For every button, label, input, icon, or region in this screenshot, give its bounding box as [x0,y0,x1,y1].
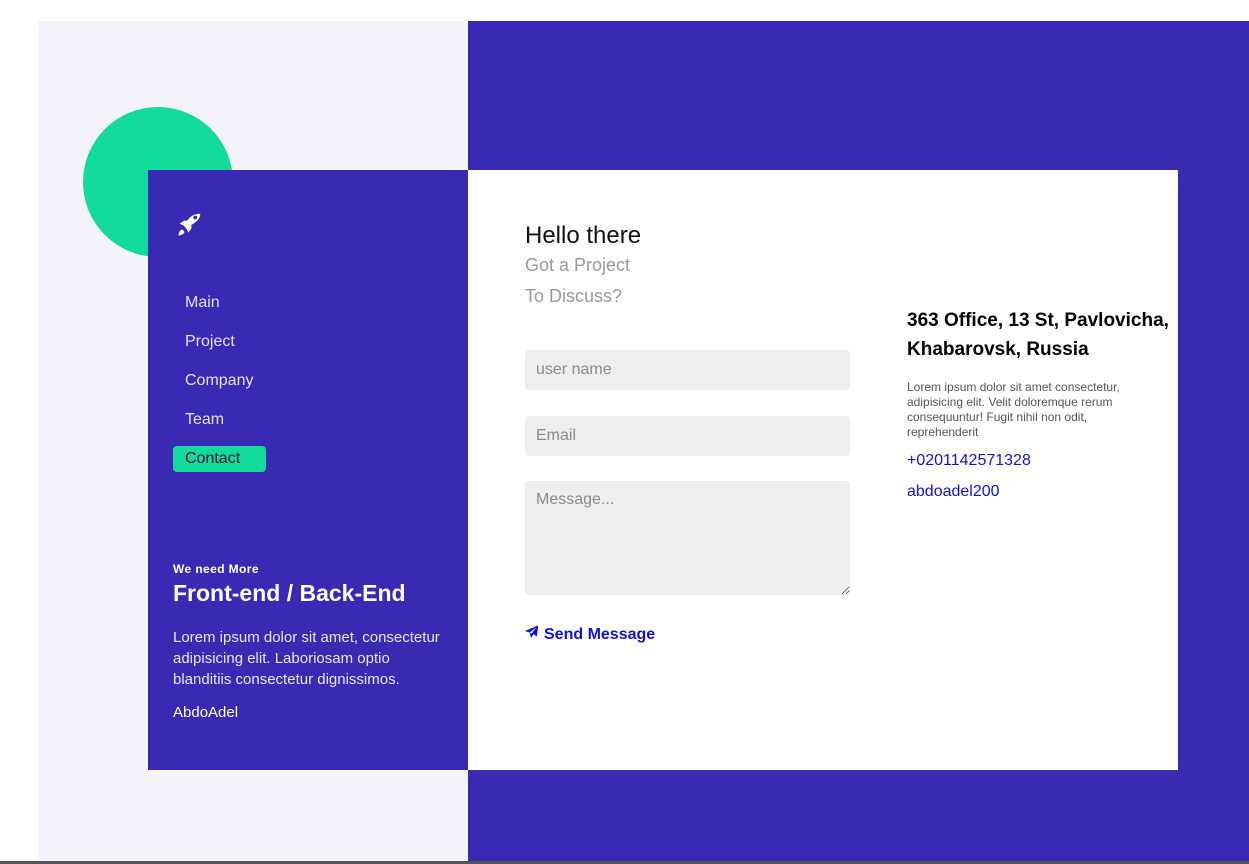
promo-headline: Front-end / Back-End [173,580,406,606]
sidebar: Main Project Company Team Contact We nee… [148,170,468,770]
office-address: 363 Office, 13 St, Pavlovicha, Khabarovs… [907,310,1169,360]
message-textarea[interactable] [525,481,850,595]
send-message-label: Send Message [544,625,656,643]
paper-plane-icon [523,624,540,645]
username-input[interactable] [525,350,850,390]
author-name: AbdoAdel [173,704,239,721]
send-message-button[interactable]: Send Message [523,624,655,645]
form-title: Hello there [525,222,642,249]
form-subtitle-line1: Got a Project [525,255,631,275]
promo-description: Lorem ipsum dolor sit amet, consectetur … [173,629,440,688]
contact-description: Lorem ipsum dolor sit amet consectetur, … [907,380,1120,439]
email-link[interactable]: abdoadel200 [907,483,1000,501]
promo-eyebrow: We need More [173,562,259,576]
sidebar-promo: We need More Front-end / Back-End Lorem … [173,562,443,721]
rocket-icon [174,210,204,240]
nav-item-team[interactable]: Team [173,407,266,433]
phone-link[interactable]: +0201142571328 [907,452,1031,470]
nav-item-company[interactable]: Company [173,368,266,394]
nav-item-contact[interactable]: Contact [173,446,266,472]
nav-item-project[interactable]: Project [173,329,266,355]
form-subtitle-line2: To Discuss? [525,286,623,306]
email-input[interactable] [525,416,850,456]
contact-card: Hello there Got a Project To Discuss? Se… [468,170,1178,770]
nav-item-main[interactable]: Main [173,290,266,316]
main-nav: Main Project Company Team Contact [173,290,266,485]
